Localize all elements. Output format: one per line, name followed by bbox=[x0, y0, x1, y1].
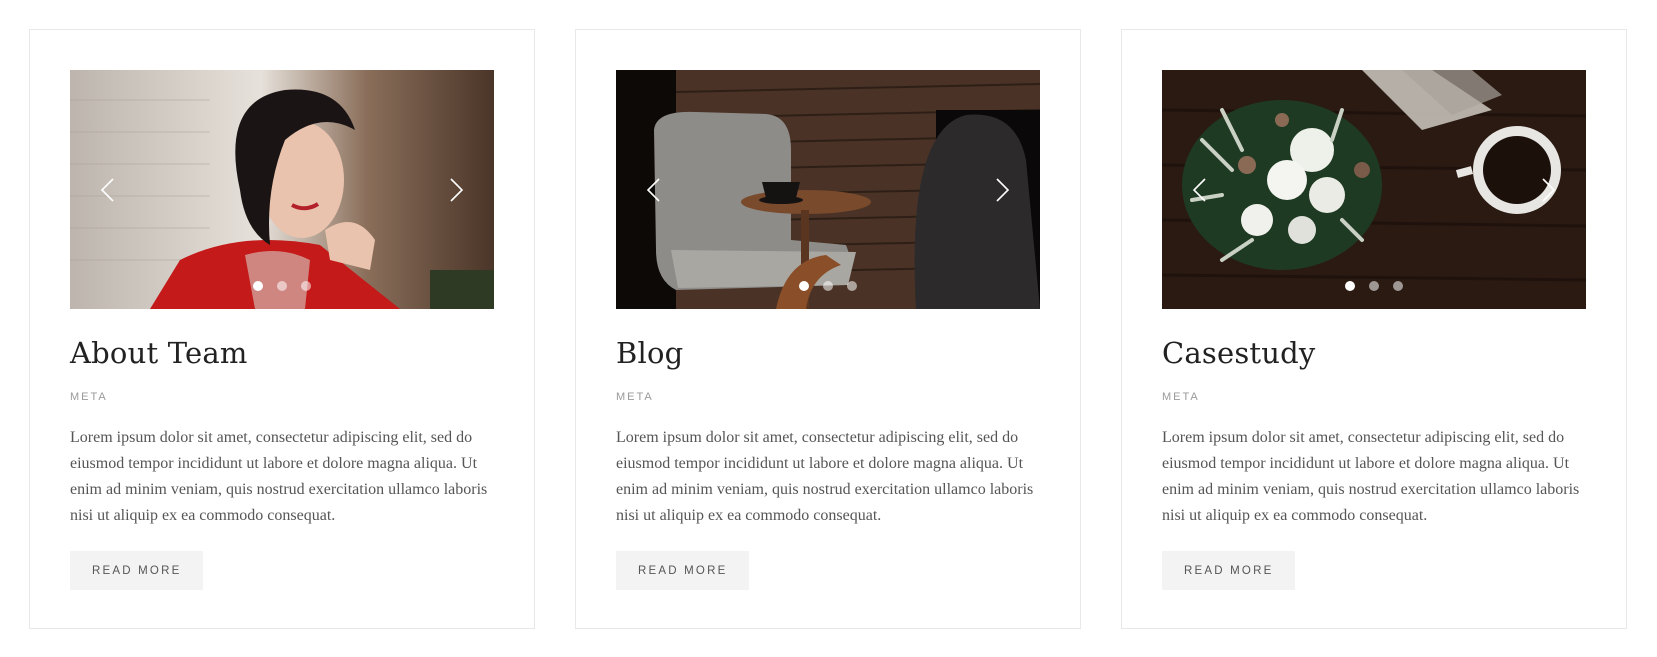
image-slider[interactable] bbox=[70, 70, 494, 309]
slider-next-button[interactable] bbox=[1534, 170, 1564, 210]
card-title: Blog bbox=[616, 336, 684, 370]
read-more-button[interactable]: READ MORE bbox=[616, 551, 750, 590]
card-meta: META bbox=[1162, 391, 1200, 403]
image-slider[interactable] bbox=[616, 70, 1040, 309]
slider-dot[interactable] bbox=[847, 281, 857, 291]
read-more-button[interactable]: READ MORE bbox=[70, 551, 204, 590]
card-title: Casestudy bbox=[1162, 336, 1316, 370]
chevron-left-icon bbox=[1192, 177, 1206, 202]
slide-image-flowers-coffee bbox=[1162, 70, 1586, 309]
slider-next-button[interactable] bbox=[988, 170, 1018, 210]
slider-dot[interactable] bbox=[301, 281, 311, 291]
card-casestudy: Casestudy META Lorem ipsum dolor sit ame… bbox=[1121, 29, 1627, 629]
card-meta: META bbox=[616, 391, 654, 403]
slider-dots bbox=[616, 281, 1040, 291]
card-blog: Blog META Lorem ipsum dolor sit amet, co… bbox=[575, 29, 1081, 629]
slider-dot[interactable] bbox=[253, 281, 263, 291]
slider-prev-button[interactable] bbox=[1184, 170, 1214, 210]
chevron-left-icon bbox=[100, 177, 114, 202]
slider-dot[interactable] bbox=[1369, 281, 1379, 291]
card-meta: META bbox=[70, 391, 108, 403]
slider-dots bbox=[70, 281, 494, 291]
slider-prev-button[interactable] bbox=[92, 170, 122, 210]
card-body-text: Lorem ipsum dolor sit amet, consectetur … bbox=[70, 429, 488, 524]
slider-dot[interactable] bbox=[277, 281, 287, 291]
slide-image-portrait bbox=[70, 70, 494, 309]
card-title: About Team bbox=[70, 336, 248, 370]
slider-dot[interactable] bbox=[1393, 281, 1403, 291]
slider-prev-button[interactable] bbox=[638, 170, 668, 210]
slider-dot[interactable] bbox=[799, 281, 809, 291]
card-body-text: Lorem ipsum dolor sit amet, consectetur … bbox=[1162, 429, 1580, 524]
chevron-right-icon bbox=[450, 177, 464, 202]
slide-image-cafe-chair bbox=[616, 70, 1040, 309]
slider-dots bbox=[1162, 281, 1586, 291]
chevron-left-icon bbox=[646, 177, 660, 202]
card-body-text: Lorem ipsum dolor sit amet, consectetur … bbox=[616, 429, 1034, 524]
chevron-right-icon bbox=[996, 177, 1010, 202]
slider-next-button[interactable] bbox=[442, 170, 472, 210]
image-slider[interactable] bbox=[1162, 70, 1586, 309]
card-grid: About Team META Lorem ipsum dolor sit am… bbox=[29, 29, 1627, 629]
slider-dot[interactable] bbox=[823, 281, 833, 291]
card-about-team: About Team META Lorem ipsum dolor sit am… bbox=[29, 29, 535, 629]
read-more-button[interactable]: READ MORE bbox=[1162, 551, 1296, 590]
chevron-right-icon bbox=[1542, 177, 1556, 202]
slider-dot[interactable] bbox=[1345, 281, 1355, 291]
